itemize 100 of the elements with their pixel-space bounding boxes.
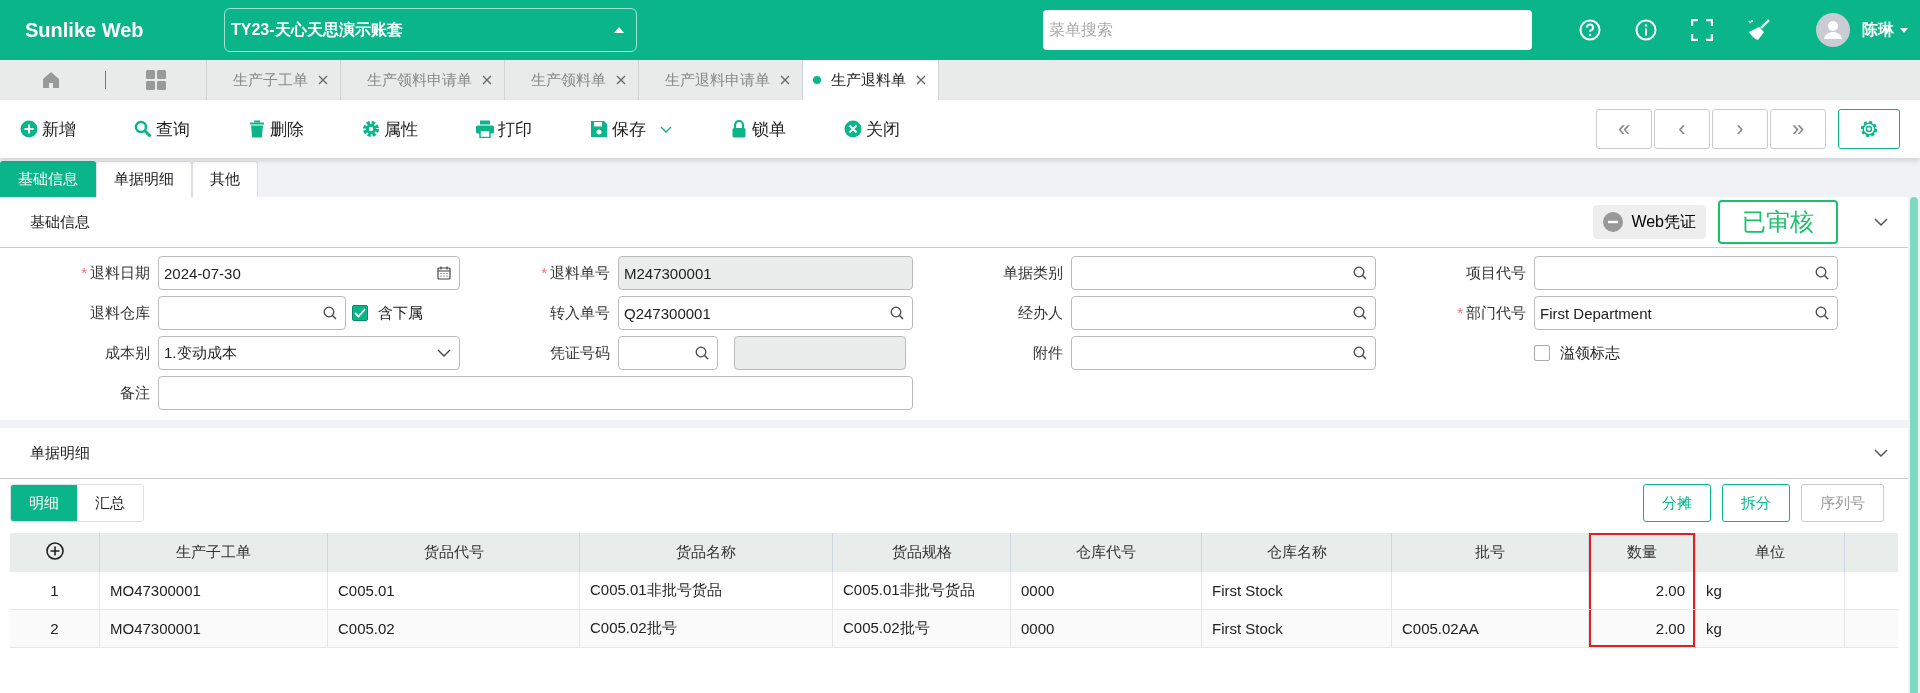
calendar-icon[interactable] xyxy=(437,266,451,280)
input-field[interactable] xyxy=(1534,256,1838,290)
input-field[interactable]: First Department xyxy=(1534,296,1838,330)
search-icon[interactable] xyxy=(1353,306,1367,320)
add-row-icon[interactable] xyxy=(45,542,64,560)
minus-circle-icon xyxy=(1603,212,1624,232)
column-header[interactable]: 生产子工单 xyxy=(99,533,328,572)
toolbar-button[interactable]: 新增 xyxy=(20,117,76,141)
chevron-down-icon[interactable] xyxy=(1874,218,1888,226)
table-cell: MO47300001 xyxy=(99,572,328,610)
search-icon[interactable] xyxy=(890,306,904,320)
scrollbar[interactable] xyxy=(1910,197,1918,693)
section-title: 基础信息 xyxy=(30,212,90,232)
field-label: 成本别 xyxy=(105,343,150,363)
lock-icon xyxy=(730,120,748,138)
delete-icon xyxy=(248,120,266,138)
settings-icon xyxy=(1859,119,1879,139)
avatar[interactable] xyxy=(1816,13,1850,47)
search-icon[interactable] xyxy=(1353,266,1367,280)
chevron-down-icon[interactable] xyxy=(1874,449,1888,457)
input-field[interactable] xyxy=(158,376,913,410)
column-header[interactable]: 货品规格 xyxy=(832,533,1011,572)
search-icon xyxy=(134,120,152,138)
dropdown-field[interactable]: 1.变动成本 xyxy=(158,336,460,370)
table-cell: C005.01非批号货品 xyxy=(832,572,1011,610)
close-icon[interactable] xyxy=(616,75,626,85)
input-field[interactable]: Q247300001 xyxy=(618,296,913,330)
close-icon[interactable] xyxy=(482,75,492,85)
column-header[interactable]: 仓库名称 xyxy=(1201,533,1392,572)
toolbar-button[interactable]: 锁单 xyxy=(730,117,786,141)
input-field[interactable] xyxy=(618,336,718,370)
toolbar-button[interactable]: 查询 xyxy=(134,117,190,141)
column-header[interactable]: 数量 xyxy=(1588,533,1696,572)
table-cell: C005.02AA xyxy=(1391,609,1589,648)
caret-icon xyxy=(614,27,624,33)
checkbox-box[interactable] xyxy=(1534,345,1550,361)
table-cell: C005.02批号 xyxy=(579,609,833,648)
toolbar-button[interactable]: 保存 xyxy=(590,117,672,141)
close-icon xyxy=(844,120,862,138)
column-header[interactable]: 货品代号 xyxy=(327,533,580,572)
close-icon[interactable] xyxy=(318,75,328,85)
column-header[interactable]: 货品名称 xyxy=(579,533,833,572)
broom-icon[interactable] xyxy=(1747,19,1771,41)
field-label: 退料单号 xyxy=(550,263,610,283)
form-tab[interactable]: 其他 xyxy=(192,161,258,197)
field-label: 退料日期 xyxy=(90,263,150,283)
row-number: 1 xyxy=(10,572,100,610)
table-cell: C005.02批号 xyxy=(832,609,1011,648)
save-icon xyxy=(590,120,608,138)
field-label: 项目代号 xyxy=(1466,263,1526,283)
toolbar-button[interactable]: 打印 xyxy=(476,117,532,141)
pager-button[interactable]: » xyxy=(1770,109,1826,149)
table-cell: 0000 xyxy=(1010,609,1202,648)
required-mark: * xyxy=(1457,303,1463,323)
date-field[interactable]: 2024-07-30 xyxy=(158,256,460,290)
table-cell: C005.02 xyxy=(327,609,580,648)
table-cell: C005.01非批号货品 xyxy=(579,572,833,610)
pager-button[interactable]: › xyxy=(1712,109,1768,149)
web-voucher-button[interactable]: Web凭证 xyxy=(1593,205,1706,239)
add-icon xyxy=(20,120,38,138)
checkbox-box[interactable] xyxy=(352,305,368,321)
document-tab[interactable]: 生产退料单 xyxy=(802,60,939,100)
field-label: 部门代号 xyxy=(1466,303,1526,323)
column-header[interactable]: 仓库代号 xyxy=(1010,533,1202,572)
column-header[interactable]: 单位 xyxy=(1695,533,1845,572)
toolbar-button[interactable]: 删除 xyxy=(248,117,304,141)
field-label: 转入单号 xyxy=(550,303,610,323)
menu-search-field[interactable]: 菜单搜索 xyxy=(1043,10,1532,50)
input-field[interactable] xyxy=(1071,256,1376,290)
pager-button[interactable]: ‹ xyxy=(1654,109,1710,149)
column-header[interactable]: 批号 xyxy=(1391,533,1589,572)
toolbar-button[interactable]: 属性 xyxy=(362,117,418,141)
search-icon[interactable] xyxy=(1353,346,1367,360)
info-icon[interactable] xyxy=(1635,19,1657,41)
close-icon[interactable] xyxy=(780,75,790,85)
required-mark: * xyxy=(81,263,87,283)
search-icon[interactable] xyxy=(1815,266,1829,280)
checkbox[interactable]: 溢领标志 xyxy=(1534,343,1620,363)
form-tab[interactable]: 单据明细 xyxy=(96,161,192,197)
input-field[interactable] xyxy=(1071,336,1376,370)
table-cell: First Stock xyxy=(1201,609,1392,648)
help-icon[interactable] xyxy=(1579,19,1601,41)
fullscreen-icon[interactable] xyxy=(1691,19,1713,41)
search-icon[interactable] xyxy=(695,346,709,360)
field-label: 经办人 xyxy=(1018,303,1063,323)
input-field: M247300001 xyxy=(618,256,913,290)
input-field[interactable] xyxy=(158,296,346,330)
close-icon[interactable] xyxy=(916,75,926,85)
field-label: 凭证号码 xyxy=(550,343,610,363)
search-icon[interactable] xyxy=(1815,306,1829,320)
checkbox[interactable]: 含下属 xyxy=(352,303,423,323)
table-cell: kg xyxy=(1695,572,1845,610)
settings-button[interactable] xyxy=(1838,109,1900,149)
input-field[interactable] xyxy=(1071,296,1376,330)
gear-icon xyxy=(362,120,380,138)
toolbar-button[interactable]: 关闭 xyxy=(844,117,900,141)
chevron-down-icon[interactable] xyxy=(437,349,451,357)
row-number: 2 xyxy=(10,609,100,648)
pager-button[interactable]: « xyxy=(1596,109,1652,149)
search-icon[interactable] xyxy=(323,306,337,320)
